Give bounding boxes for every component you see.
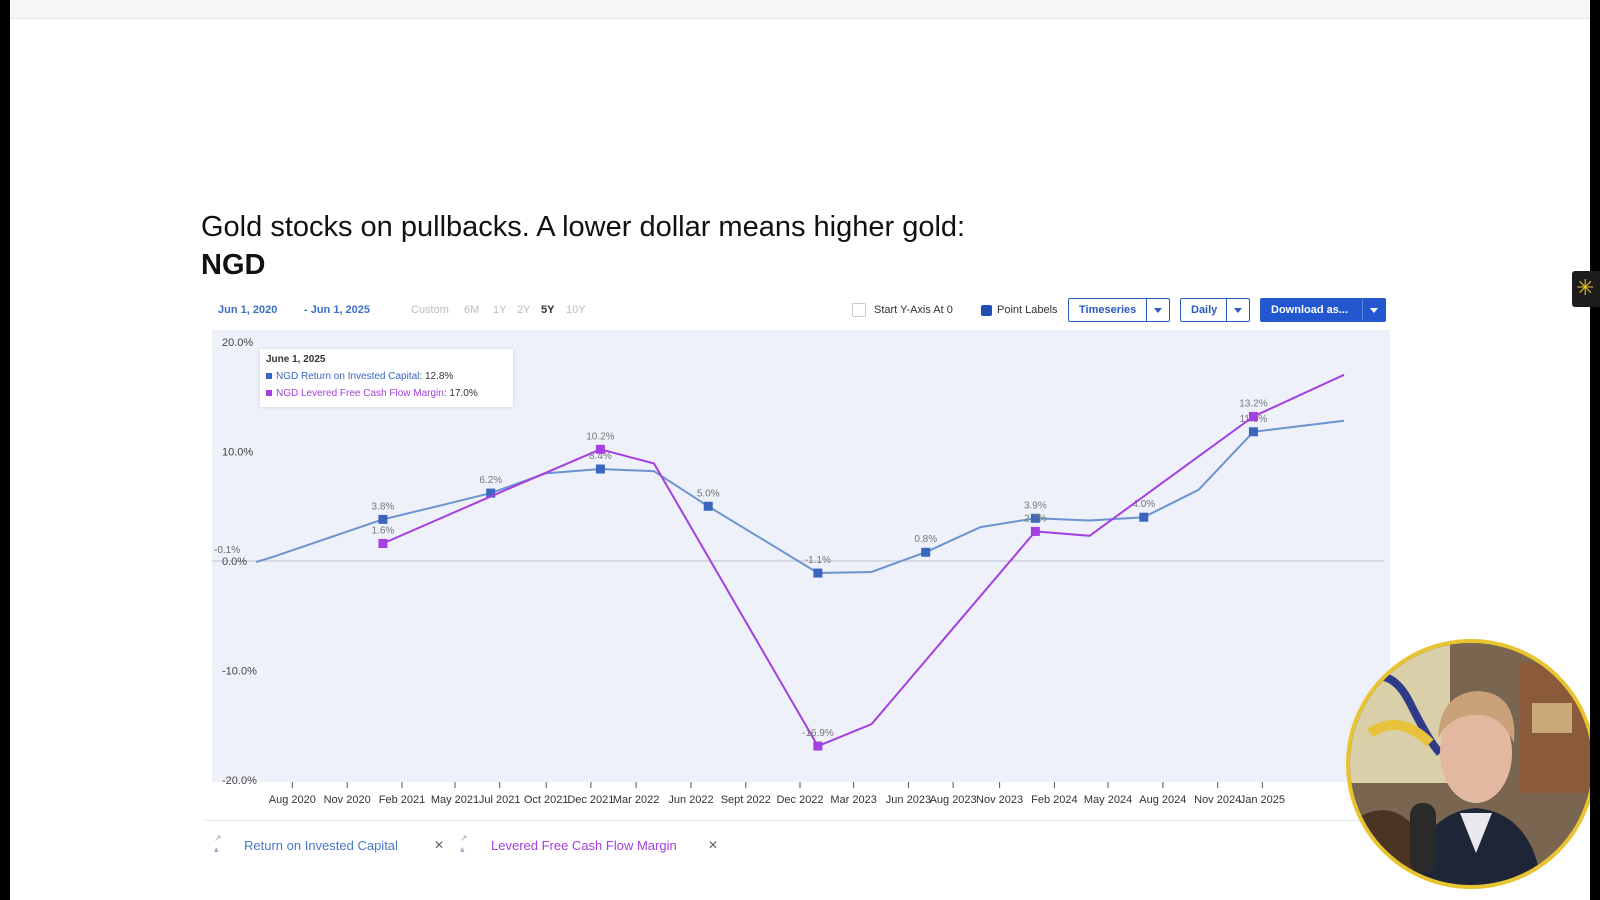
data-point [921,547,931,557]
slide-ticker: NGD [201,249,266,281]
data-label: -16.9% [802,728,834,739]
timeseries-dropdown[interactable]: Timeseries [1068,298,1170,322]
caret-down-icon [1362,299,1385,321]
x-tick-label: Oct 2021 [524,794,569,806]
range-2y[interactable]: 2Y [517,304,530,316]
x-tick-label: Jan 2025 [1240,794,1285,806]
webcam-overlay [1346,639,1590,889]
y-tick-label: 20.0% [222,337,253,349]
range-1y[interactable]: 1Y [493,304,506,316]
x-tick-label: May 2021 [431,794,479,806]
x-tick-label: Mar 2022 [613,794,659,806]
tooltip-row-name: NGD Return on Invested Capital [276,371,420,382]
tooltip-row-roic: NGD Return on Invested Capital: 12.8% [266,371,453,382]
data-label: 3.9% [1024,500,1047,511]
y-tick-label: 0.0% [222,556,247,568]
data-label: 4.0% [1132,499,1155,510]
tooltip-row-name: NGD Levered Free Cash Flow Margin [276,388,444,399]
tooltip-row-lfcf: NGD Levered Free Cash Flow Margin: 17.0% [266,388,478,399]
range-5y[interactable]: 5Y [541,304,554,316]
data-label: 6.2% [479,475,502,486]
legend-item-lfcf[interactable]: Levered Free Cash Flow Margin [491,838,677,853]
data-point [595,464,605,474]
x-tick-label: Jun 2022 [668,794,713,806]
x-tick-label: Jul 2021 [479,794,521,806]
data-label: -1.1% [805,555,831,566]
data-label: 1.6% [372,525,395,536]
y-tick-label: -20.0% [222,775,257,787]
download-button[interactable]: Download as... [1260,298,1386,322]
y-tick-label: -10.0% [222,666,257,678]
data-point [595,444,605,454]
y-extra-label: -0.1% [214,545,240,556]
x-tick-label: Feb 2021 [379,794,425,806]
close-icon[interactable]: ✕ [708,838,718,852]
data-point [1139,512,1149,522]
series-legend: ↗ ▴ Return on Invested Capital ✕ ↗ ▴ Lever… [204,820,1390,875]
timeseries-label: Timeseries [1079,304,1137,316]
tooltip-row-value: 17.0% [449,388,478,399]
data-label: 13.2% [1239,398,1267,409]
data-point [1248,411,1258,421]
data-point [813,741,823,751]
x-tick-label: Mar 2023 [830,794,876,806]
range-10y[interactable]: 10Y [566,304,586,316]
x-tick-label: Feb 2024 [1031,794,1077,806]
x-tick-label: Aug 2023 [930,794,977,806]
slide: Gold stocks on pullbacks. A lower dollar… [10,0,1590,900]
x-tick-label: Jun 2023 [886,794,931,806]
data-label: 2.7% [1024,513,1047,524]
presenter-video [1350,643,1590,885]
data-point [1248,427,1258,437]
data-point [378,538,388,548]
x-tick-label: Nov 2023 [976,794,1023,806]
start-y-axis-label: Start Y-Axis At 0 [874,304,953,316]
tooltip-row-value: 12.8% [424,371,454,382]
data-point [378,514,388,524]
square-icon [266,373,272,380]
close-icon[interactable]: ✕ [434,838,444,852]
frequency-dropdown[interactable]: Daily [1180,298,1250,322]
sparkline-icon: ↗ ▴ [214,833,222,854]
start-y-axis-checkbox[interactable] [852,303,866,317]
data-label: 0.8% [914,534,937,545]
x-tick-label: Sept 2022 [721,794,771,806]
chart-card: Jun 1, 2020 - Jun 1, 2025 Custom 6M 1Y 2… [204,292,1390,877]
date-end[interactable]: - Jun 1, 2025 [304,304,370,316]
x-tick-label: Nov 2020 [324,794,371,806]
slide-headline: Gold stocks on pullbacks. A lower dollar… [201,211,966,243]
download-label: Download as... [1271,304,1349,316]
sparkline-icon: ↗ ▴ [460,833,468,854]
legend-item-roic[interactable]: Return on Invested Capital [244,838,398,853]
date-start[interactable]: Jun 1, 2020 [218,304,277,316]
y-tick-label: 10.0% [222,447,253,459]
x-tick-label: May 2024 [1084,794,1132,806]
chart-toolbar: Jun 1, 2020 - Jun 1, 2025 Custom 6M 1Y 2… [204,292,1390,332]
x-tick-label: Dec 2021 [567,794,614,806]
frequency-label: Daily [1191,304,1218,316]
data-label: 3.8% [372,501,395,512]
range-custom[interactable]: Custom [411,304,449,316]
caret-down-icon [1146,299,1169,321]
caret-down-icon [1226,299,1249,321]
tooltip-date: June 1, 2025 [266,354,326,365]
point-labels-checkbox[interactable] [981,305,992,316]
data-label: 5.0% [697,488,720,499]
x-tick-label: Aug 2024 [1139,794,1186,806]
data-label: 10.2% [586,431,614,442]
x-tick-label: Dec 2022 [776,794,823,806]
asterisk-icon[interactable]: ✳ [1572,271,1600,307]
data-point [1030,526,1040,536]
browser-top-bar [10,0,1590,19]
range-6m[interactable]: 6M [464,304,479,316]
x-tick-label: Nov 2024 [1194,794,1241,806]
square-icon [266,390,272,397]
chart-tooltip: June 1, 2025 NGD Return on Invested Capi… [260,349,513,407]
point-labels-label: Point Labels [997,304,1058,316]
x-tick-label: Aug 2020 [269,794,316,806]
data-point [703,501,713,511]
data-point [813,568,823,578]
